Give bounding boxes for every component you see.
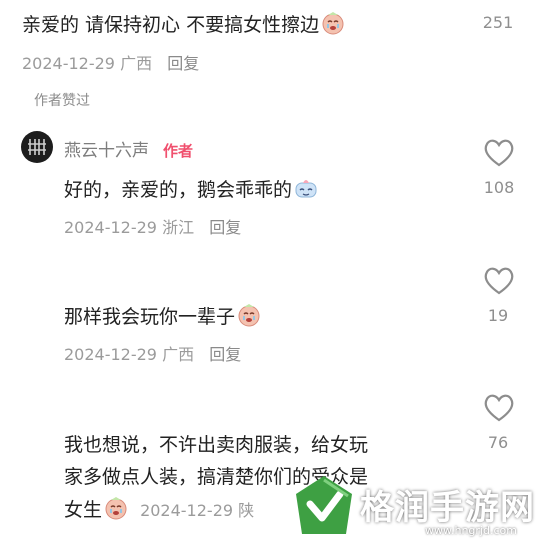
comment-3-location: 广西 bbox=[162, 345, 195, 364]
comment-4-location: 陕 bbox=[238, 501, 255, 520]
site-watermark: 格润手游网 www.hngrjd.com bbox=[290, 470, 540, 542]
comment-2-body: 好的，亲爱的，鹅会乖乖的 bbox=[64, 179, 293, 201]
comment-4-line-3: 女生 2024-12-29 陕 bbox=[64, 495, 254, 522]
comment-2-meta: 2024-12-29 浙江 回复 bbox=[64, 214, 241, 238]
comment-2-reply-button[interactable]: 回复 bbox=[209, 218, 241, 237]
watermark-url: www.hngrjd.com bbox=[425, 524, 517, 537]
watermark-text: 格润手游网 bbox=[360, 488, 535, 528]
comment-1-like-count: 251 bbox=[482, 13, 514, 32]
author-badge: 作者 bbox=[163, 142, 194, 160]
comment-2-like-icon[interactable] bbox=[482, 138, 516, 168]
author-liked-label: 作者赞过 bbox=[34, 93, 90, 109]
comment-3-like-count: 19 bbox=[487, 306, 509, 325]
author-avatar[interactable] bbox=[21, 131, 53, 163]
comment-3-text: 那样我会玩你一辈子 bbox=[64, 302, 261, 329]
comment-2-date: 2024-12-29 bbox=[64, 218, 157, 237]
smiling-emoji-icon bbox=[295, 180, 317, 198]
comment-1-reply-button[interactable]: 回复 bbox=[167, 54, 199, 73]
comment-3-body: 那样我会玩你一辈子 bbox=[64, 306, 236, 328]
comment-4-body-end: 女生 bbox=[64, 499, 103, 521]
comment-3-meta: 2024-12-29 广西 回复 bbox=[64, 341, 241, 365]
crying-emoji-icon bbox=[238, 304, 260, 327]
comment-2-like-count: 108 bbox=[483, 178, 515, 197]
comment-1-date: 2024-12-29 bbox=[22, 54, 115, 73]
comment-2-location: 浙江 bbox=[162, 218, 195, 237]
comment-4-line-1: 我也想说，不许出卖肉服装，给女玩 bbox=[64, 434, 369, 456]
comment-4-meta: 2024-12-29 陕 bbox=[140, 501, 254, 520]
avatar-logo-icon bbox=[28, 139, 46, 155]
crying-emoji-icon bbox=[105, 497, 127, 520]
comment-4-like-count: 76 bbox=[487, 433, 509, 452]
crying-emoji-icon bbox=[322, 12, 344, 35]
comment-1-text: 亲爱的 请保持初心 不要搞女性擦边 bbox=[22, 10, 345, 37]
comment-2-author-name[interactable]: 燕云十六声 bbox=[64, 141, 149, 161]
comment-3-reply-button[interactable]: 回复 bbox=[209, 345, 241, 364]
comment-1-meta: 2024-12-29 广西 回复 bbox=[22, 50, 199, 74]
comment-2-header: 燕云十六声 作者 bbox=[64, 136, 193, 161]
comment-4-date: 2024-12-29 bbox=[140, 501, 234, 520]
comment-4-like-icon[interactable] bbox=[482, 393, 516, 423]
comment-3-like-icon[interactable] bbox=[482, 266, 516, 296]
comment-1-location: 广西 bbox=[120, 54, 153, 73]
comment-1-body: 亲爱的 请保持初心 不要搞女性擦边 bbox=[22, 14, 320, 36]
watermark-logo-icon bbox=[296, 476, 352, 534]
comment-3-date: 2024-12-29 bbox=[64, 345, 157, 364]
comment-2-text: 好的，亲爱的，鹅会乖乖的 bbox=[64, 175, 318, 202]
